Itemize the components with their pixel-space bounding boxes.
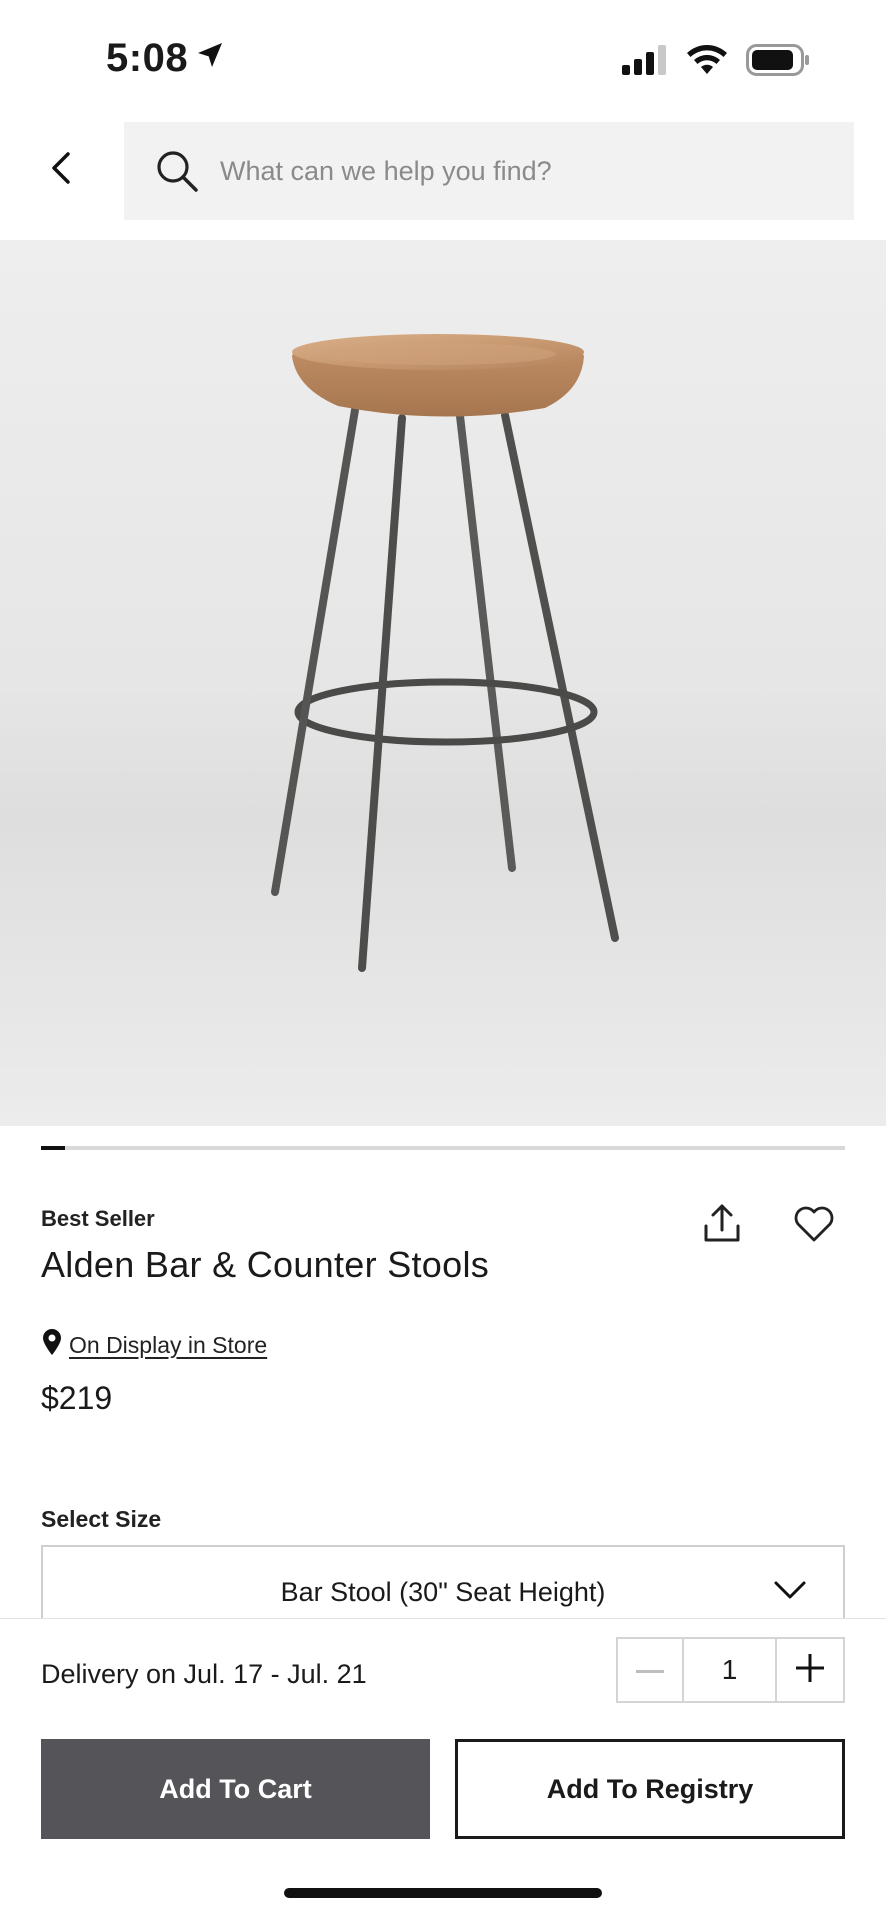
search-header	[0, 110, 886, 240]
size-dropdown-value: Bar Stool (30" Seat Height)	[280, 1577, 606, 1607]
product-title: Alden Bar & Counter Stools	[41, 1244, 490, 1285]
purchase-bar: Delivery on Jul. 17 - Jul. 21 1 Add To C…	[0, 1618, 886, 1920]
product-image[interactable]	[0, 240, 886, 1126]
add-to-cart-button[interactable]: Add To Cart	[41, 1739, 430, 1839]
search-input[interactable]	[220, 155, 820, 187]
select-size-label: Select Size	[41, 1506, 162, 1532]
map-pin-icon	[41, 1328, 63, 1362]
search-bar[interactable]	[124, 122, 854, 220]
plus-icon	[796, 1653, 824, 1687]
product-price: $219	[41, 1380, 113, 1416]
bar-stool-illustration	[271, 334, 619, 972]
on-display-in-store-link[interactable]: On Display in Store	[41, 1328, 267, 1362]
image-carousel-progress	[41, 1146, 845, 1150]
favorite-button[interactable]	[792, 1202, 836, 1246]
chevron-left-icon	[48, 151, 74, 190]
heart-icon	[792, 1206, 836, 1250]
minus-icon	[636, 1661, 664, 1679]
cellular-signal-icon	[622, 45, 668, 80]
location-arrow-icon	[194, 36, 226, 81]
back-button[interactable]	[36, 140, 86, 200]
store-link-text: On Display in Store	[69, 1331, 268, 1358]
quantity-stepper: 1	[616, 1637, 845, 1703]
status-icons	[622, 44, 810, 81]
status-time: 5:08	[106, 36, 226, 81]
status-bar: 5:08	[0, 0, 886, 110]
quantity-value: 1	[684, 1639, 777, 1701]
home-indicator[interactable]	[284, 1888, 602, 1898]
delivery-estimate: Delivery on Jul. 17 - Jul. 21	[41, 1659, 367, 1689]
status-time-text: 5:08	[106, 36, 189, 80]
battery-icon	[746, 44, 810, 81]
share-button[interactable]	[700, 1202, 744, 1246]
best-seller-badge: Best Seller	[41, 1206, 155, 1231]
carousel-progress-fill	[41, 1146, 66, 1150]
add-to-registry-button[interactable]: Add To Registry	[455, 1739, 845, 1839]
quantity-decrease-button[interactable]	[618, 1639, 684, 1701]
chevron-down-icon	[773, 1579, 807, 1606]
quantity-increase-button[interactable]	[777, 1639, 843, 1701]
share-icon	[700, 1204, 744, 1250]
wifi-icon	[686, 44, 728, 81]
search-icon	[154, 148, 200, 194]
